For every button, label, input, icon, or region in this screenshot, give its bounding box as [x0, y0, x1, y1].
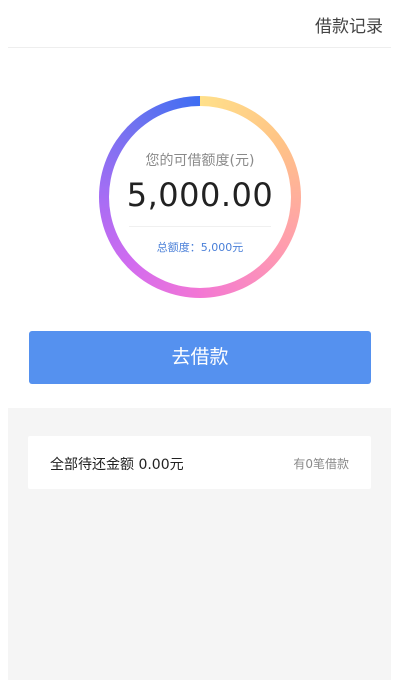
total-credit-line: 总额度：5,000元	[156, 241, 244, 254]
repayment-card[interactable]: 全部待还金额 0.00元 有0笔借款	[28, 436, 371, 489]
credit-limit-ring: 您的可借额度(元) 5,000.00 总额度：5,000元	[99, 96, 301, 298]
header: 借款记录	[0, 0, 399, 48]
loan-count-label: 有0笔借款	[293, 457, 349, 471]
loan-records-link[interactable]: 借款记录	[315, 12, 383, 37]
available-credit-amount: 5,000.00	[126, 176, 274, 214]
header-divider	[8, 47, 391, 48]
ring-divider	[129, 226, 271, 227]
available-credit-label: 您的可借额度(元)	[145, 153, 255, 169]
borrow-button[interactable]: 去借款	[29, 331, 371, 384]
pending-repayment-label: 全部待还金额 0.00元	[50, 457, 184, 473]
